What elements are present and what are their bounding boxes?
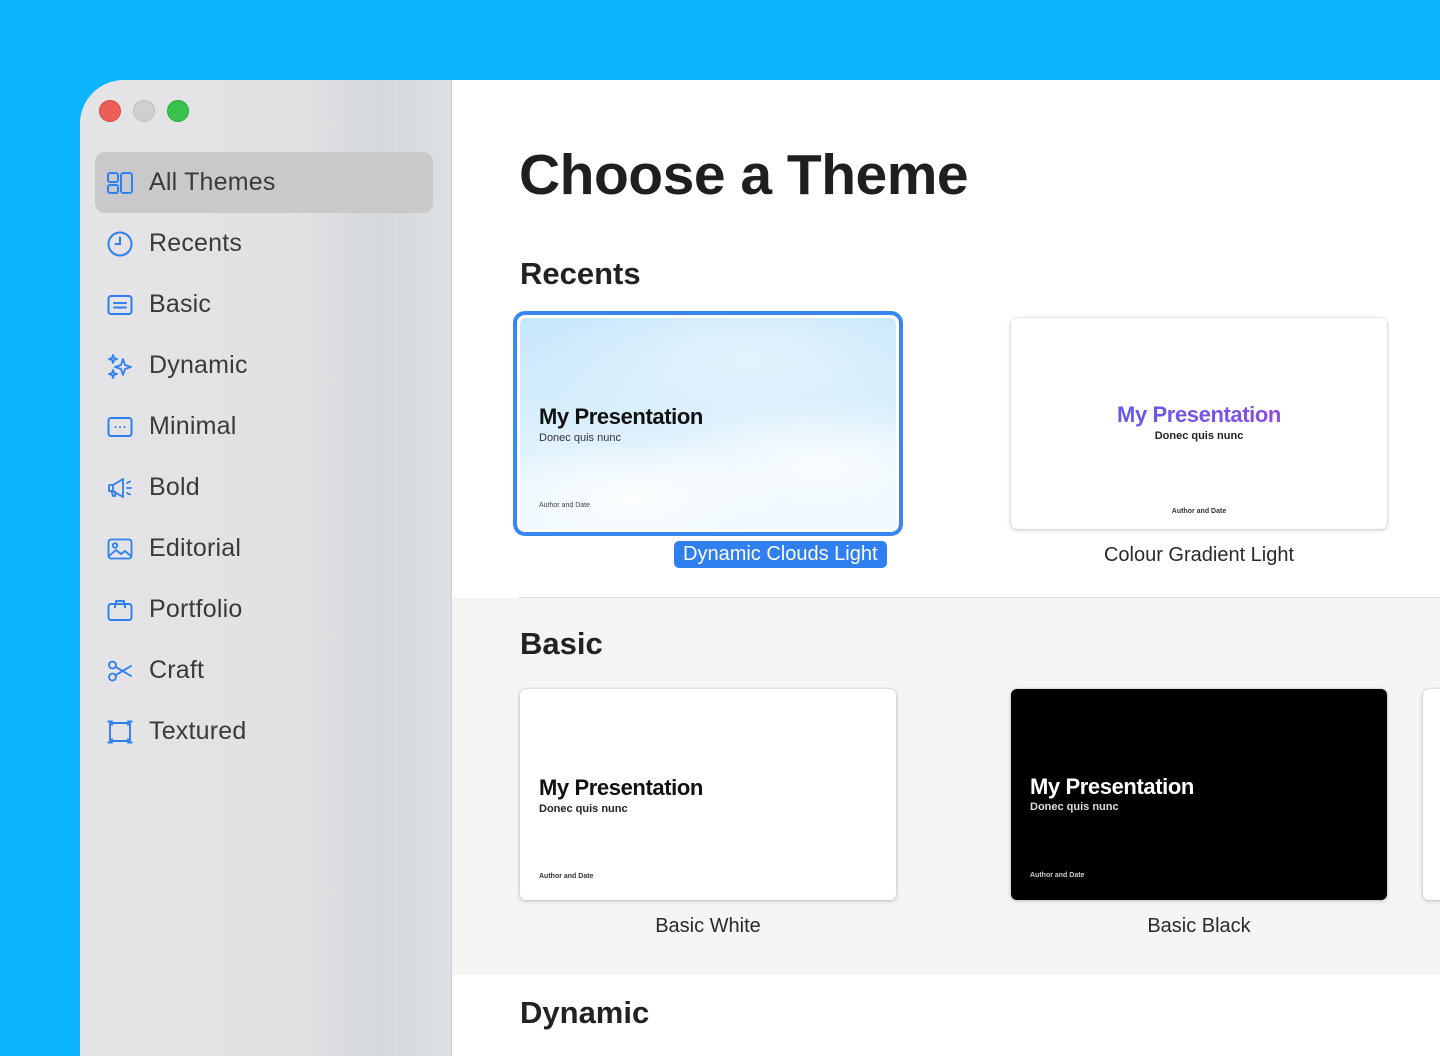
sidebar: All Themes Recents Basic Dynamic Minimal…	[80, 80, 452, 1056]
slide-title: My Presentation	[539, 404, 703, 429]
theme-card-basic-white[interactable]: My Presentation Donec quis nunc Author a…	[520, 689, 896, 900]
sidebar-item-label: All Themes	[149, 168, 276, 196]
theme-caption-dynamic-clouds-light[interactable]: Dynamic Clouds Light	[674, 541, 887, 568]
theme-card-partial[interactable]	[1423, 689, 1440, 900]
minimal-icon	[105, 412, 135, 442]
briefcase-icon	[105, 595, 135, 625]
theme-card-dynamic-clouds-light[interactable]: My Presentation Donec quis nunc Author a…	[520, 318, 896, 529]
minimize-window-button[interactable]	[133, 100, 155, 122]
sidebar-item-bold[interactable]: Bold	[95, 457, 433, 518]
slide-author: Author and Date	[539, 873, 594, 880]
sidebar-item-label: Basic	[149, 290, 212, 318]
section-title-dynamic: Dynamic	[520, 995, 650, 1030]
slide-title: My Presentation	[1011, 402, 1387, 428]
slide-title: My Presentation	[539, 775, 703, 800]
clock-icon	[105, 229, 135, 259]
slide-subtitle: Donec quis nunc	[539, 432, 621, 444]
theme-gallery: Choose a Theme Recents My Presentation D…	[452, 80, 1440, 1056]
window-controls	[99, 100, 189, 122]
sidebar-item-label: Minimal	[149, 412, 237, 440]
theme-caption-colour-gradient-light[interactable]: Colour Gradient Light	[1011, 544, 1387, 567]
sidebar-item-all-themes[interactable]: All Themes	[95, 152, 433, 213]
sparkles-icon	[105, 351, 135, 381]
slide-subtitle: Donec quis nunc	[1154, 430, 1244, 442]
slide-subtitle: Donec quis nunc	[1030, 801, 1119, 813]
zoom-window-button[interactable]	[167, 100, 189, 122]
sidebar-item-portfolio[interactable]: Portfolio	[95, 579, 433, 640]
sidebar-item-label: Recents	[149, 229, 243, 257]
photo-icon	[105, 534, 135, 564]
megaphone-icon	[105, 473, 135, 503]
slide-author: Author and Date	[1171, 508, 1227, 515]
textured-frame-icon	[105, 717, 135, 747]
sidebar-item-dynamic[interactable]: Dynamic	[95, 335, 433, 396]
sidebar-item-minimal[interactable]: Minimal	[95, 396, 433, 457]
theme-card-basic-black[interactable]: My Presentation Donec quis nunc Author a…	[1011, 689, 1387, 900]
slide-author: Author and Date	[539, 502, 590, 509]
section-title-recents: Recents	[520, 256, 641, 291]
sidebar-item-basic[interactable]: Basic	[95, 274, 433, 335]
slide-author: Author and Date	[1030, 872, 1085, 879]
theme-chooser-window: All Themes Recents Basic Dynamic Minimal…	[80, 80, 1440, 1056]
sidebar-item-label: Editorial	[149, 534, 242, 562]
theme-card-colour-gradient-light[interactable]: My Presentation Donec quis nunc Author a…	[1011, 318, 1387, 529]
section-title-basic: Basic	[520, 626, 603, 661]
slide-subtitle: Donec quis nunc	[539, 803, 628, 815]
sidebar-item-editorial[interactable]: Editorial	[95, 518, 433, 579]
basic-icon	[105, 290, 135, 320]
sidebar-item-textured[interactable]: Textured	[95, 701, 433, 762]
sidebar-item-label: Craft	[149, 656, 205, 684]
sidebar-nav: All Themes Recents Basic Dynamic Minimal…	[95, 152, 433, 762]
sidebar-item-label: Textured	[149, 717, 247, 745]
sidebar-item-craft[interactable]: Craft	[95, 640, 433, 701]
page-title: Choose a Theme	[519, 143, 969, 207]
sidebar-item-label: Portfolio	[149, 595, 243, 623]
theme-caption-basic-black[interactable]: Basic Black	[1011, 915, 1387, 938]
sidebar-item-label: Dynamic	[149, 351, 248, 379]
slide-title: My Presentation	[1030, 774, 1194, 799]
sidebar-item-label: Bold	[149, 473, 200, 501]
theme-caption-basic-white[interactable]: Basic White	[520, 915, 896, 938]
close-window-button[interactable]	[99, 100, 121, 122]
sidebar-item-recents[interactable]: Recents	[95, 213, 433, 274]
scissors-icon	[105, 656, 135, 686]
all-themes-icon	[105, 168, 135, 198]
